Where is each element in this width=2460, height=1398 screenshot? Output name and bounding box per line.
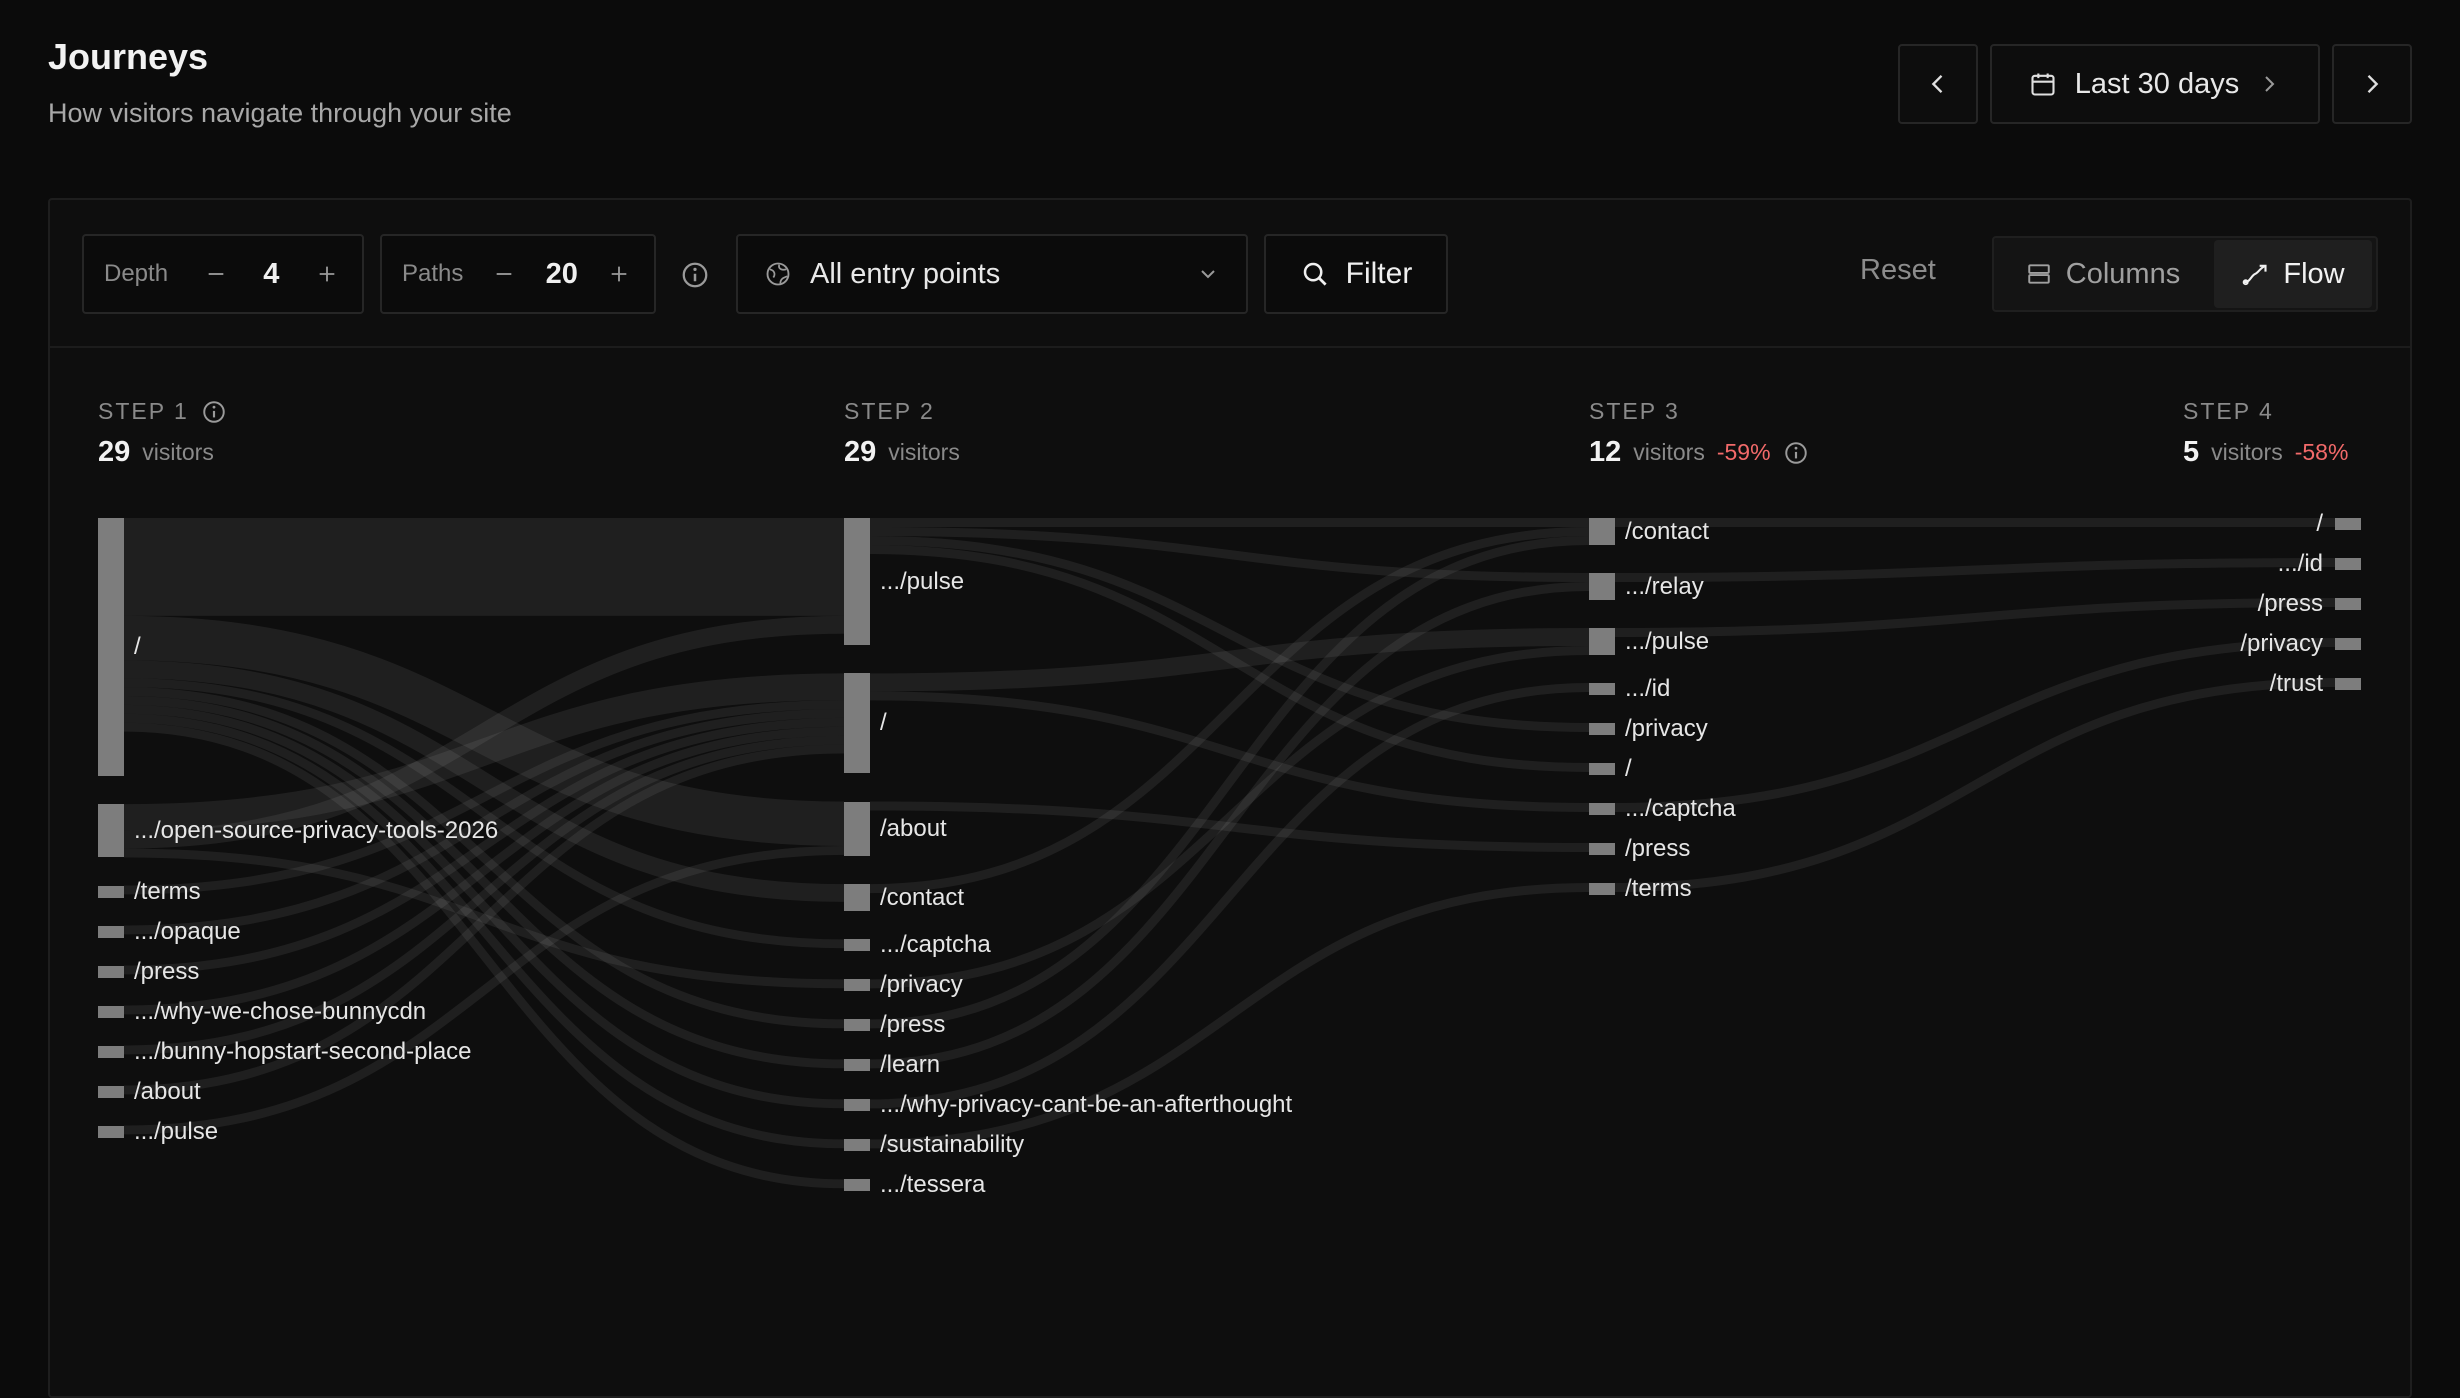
- flow-node-bar[interactable]: [98, 1125, 124, 1138]
- flow-node-label[interactable]: /contact: [1625, 519, 1709, 544]
- flow-node-bar[interactable]: [844, 1139, 870, 1152]
- flow-node-label[interactable]: /privacy: [2240, 632, 2323, 656]
- flow-node-bar[interactable]: [98, 965, 124, 978]
- flow-node-bar[interactable]: [2335, 638, 2361, 650]
- flow-node-bar[interactable]: [844, 801, 870, 857]
- journey-flow-links: [123, 517, 2336, 1189]
- flow-node-label[interactable]: /: [2316, 512, 2323, 536]
- flow-node-bar[interactable]: [844, 979, 870, 992]
- flow-node-bar[interactable]: [98, 1045, 124, 1058]
- flow-node-label[interactable]: /learn: [880, 1053, 940, 1077]
- flow-node-bar[interactable]: [844, 1059, 870, 1072]
- flow-link[interactable]: [1614, 678, 2336, 892]
- flow-node-label[interactable]: /about: [134, 1079, 201, 1104]
- flow-node-bar[interactable]: [98, 1005, 124, 1018]
- flow-node-bar[interactable]: [844, 884, 870, 912]
- flow-node-label[interactable]: /privacy: [880, 973, 963, 997]
- flow-node-label[interactable]: /terms: [134, 879, 201, 904]
- flow-node-bar[interactable]: [844, 1099, 870, 1112]
- flow-node-bar[interactable]: [98, 925, 124, 938]
- flow-node-label[interactable]: .../tessera: [880, 1173, 985, 1197]
- flow-node-bar[interactable]: [1589, 723, 1615, 735]
- flow-node-bar[interactable]: [844, 1179, 870, 1192]
- flow-link[interactable]: [1614, 598, 2336, 637]
- flow-node-label[interactable]: .../pulse: [134, 1119, 218, 1144]
- flow-node-bar[interactable]: [844, 1019, 870, 1032]
- flow-node-bar[interactable]: [98, 804, 124, 858]
- flow-node-label[interactable]: /press: [1625, 837, 1690, 861]
- flow-node-bar[interactable]: [1589, 843, 1615, 855]
- flow-node-label[interactable]: .../why-we-chose-bunnycdn: [134, 999, 426, 1024]
- flow-node-label[interactable]: /contact: [880, 885, 964, 910]
- flow-node-label[interactable]: .../pulse: [880, 569, 964, 594]
- flow-node-label[interactable]: .../open-source-privacy-tools-2026: [134, 818, 498, 843]
- flow-node-bar[interactable]: [844, 673, 870, 774]
- flow-node-label[interactable]: /press: [2258, 592, 2323, 616]
- flow-node-label[interactable]: .../pulse: [1625, 629, 1709, 654]
- flow-node-bar[interactable]: [1589, 803, 1615, 815]
- flow-node-label[interactable]: .../bunny-hopstart-second-place: [134, 1039, 472, 1064]
- flow-node-label[interactable]: /: [134, 635, 141, 659]
- flow-node-label[interactable]: /about: [880, 816, 947, 841]
- flow-link[interactable]: [869, 527, 1590, 894]
- flow-node-label[interactable]: /privacy: [1625, 717, 1708, 741]
- flow-node-label[interactable]: /trust: [2270, 672, 2323, 696]
- flow-node-label[interactable]: /sustainability: [880, 1133, 1024, 1157]
- flow-node-label[interactable]: /press: [880, 1013, 945, 1037]
- flow-node-label[interactable]: .../captcha: [1625, 797, 1736, 821]
- flow-node-bar[interactable]: [98, 518, 124, 777]
- flow-node-label[interactable]: .../captcha: [880, 933, 991, 957]
- flow-node-label[interactable]: .../opaque: [134, 919, 241, 944]
- flow-node-bar[interactable]: [1589, 763, 1615, 775]
- flow-node-label[interactable]: /: [1625, 757, 1632, 781]
- flow-node-label[interactable]: .../id: [2278, 552, 2323, 576]
- flow-node-bar[interactable]: [1589, 683, 1615, 695]
- flow-node-bar[interactable]: [844, 939, 870, 952]
- flow-node-label[interactable]: .../relay: [1625, 574, 1704, 599]
- flow-node-bar[interactable]: [98, 885, 124, 898]
- flow-node-bar[interactable]: [1589, 628, 1615, 655]
- flow-node-bar[interactable]: [2335, 598, 2361, 610]
- flow-node-label[interactable]: /press: [134, 959, 199, 984]
- flow-node-bar[interactable]: [1589, 883, 1615, 895]
- flow-node-bar[interactable]: [2335, 558, 2361, 570]
- flow-node-bar[interactable]: [844, 518, 870, 646]
- flow-node-label[interactable]: /: [880, 711, 887, 735]
- flow-node-bar[interactable]: [98, 1085, 124, 1098]
- flow-node-label[interactable]: .../why-privacy-cant-be-an-afterthought: [880, 1093, 1292, 1117]
- flow-node-bar[interactable]: [2335, 678, 2361, 690]
- flow-link[interactable]: [1614, 558, 2336, 582]
- flow-node-label[interactable]: .../id: [1625, 677, 1670, 701]
- flow-node-bar[interactable]: [1589, 518, 1615, 545]
- flow-node-label[interactable]: /terms: [1625, 877, 1692, 901]
- flow-node-bar[interactable]: [2335, 518, 2361, 530]
- flow-node-bar[interactable]: [1589, 573, 1615, 600]
